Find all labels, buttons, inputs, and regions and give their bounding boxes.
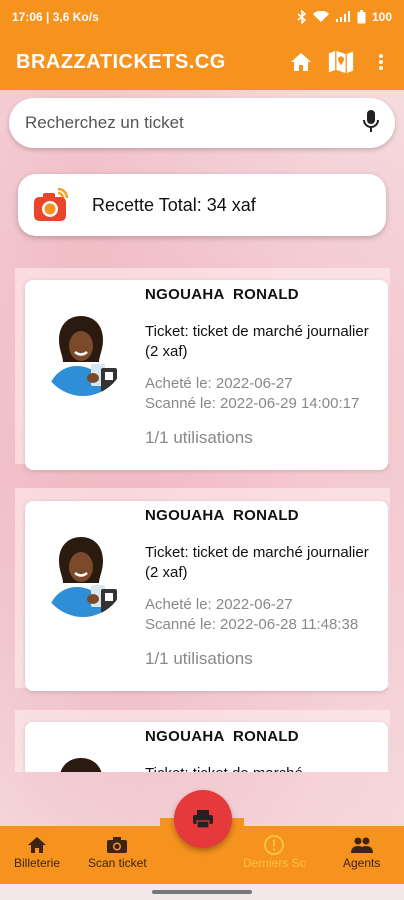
camera-icon <box>105 834 129 856</box>
customer-name: NGOUAHA RONALD <box>145 728 299 745</box>
avatar <box>41 533 125 617</box>
avatar <box>41 312 125 396</box>
people-icon <box>350 834 374 856</box>
nav-scan-ticket[interactable]: Scan ticket <box>88 834 147 870</box>
battery-icon <box>357 10 366 24</box>
gesture-handle[interactable] <box>152 890 252 894</box>
nav-label: Agents <box>343 856 381 870</box>
wifi-icon <box>312 11 329 22</box>
app-bar: BRAZZATICKETS.CG <box>0 34 404 90</box>
search-bar <box>9 98 395 148</box>
total-revenue-card: Recette Total: 34 xaf <box>18 174 386 236</box>
usage-count: 1/1 utilisations <box>145 428 253 447</box>
ticket-card[interactable]: NGOUAHA RONALD Ticket: ticket de marché … <box>25 501 388 691</box>
print-fab-button[interactable] <box>174 790 232 848</box>
customer-name: NGOUAHA RONALD <box>145 286 299 303</box>
scan-date: Scanné le: 2022-06-29 14:00:17 <box>145 395 360 412</box>
nav-label: Scan ticket <box>88 856 147 870</box>
ticket-card[interactable]: NGOUAHA RONALD Ticket: ticket de marché … <box>25 280 388 470</box>
total-revenue-label: Recette Total: 34 xaf <box>92 194 256 215</box>
home-icon[interactable] <box>288 49 314 75</box>
printer-icon <box>193 810 213 829</box>
purchase-date: Acheté le: 2022-06-27 <box>145 375 293 392</box>
camera-logo-icon <box>34 187 69 221</box>
info-icon <box>262 834 286 856</box>
status-bar: 17:06 | 3,6 Ko/s 100 <box>0 0 404 34</box>
home-icon <box>25 834 49 856</box>
nav-billeterie[interactable]: Billeterie <box>14 834 60 870</box>
usage-count: 1/1 utilisations <box>145 649 253 668</box>
nav-derniers-scans[interactable]: Derniers Sc <box>243 834 306 870</box>
nav-label: Billeterie <box>14 856 61 870</box>
battery-level: 100 <box>371 10 392 24</box>
ticket-description: Ticket: ticket de marché journalier (2 x… <box>145 544 369 581</box>
status-icons: 100 <box>297 10 392 24</box>
search-input[interactable] <box>25 113 363 133</box>
microphone-icon[interactable] <box>363 109 379 138</box>
avatar <box>41 754 125 772</box>
app-title: BRAZZATICKETS.CG <box>16 50 226 73</box>
more-menu-icon[interactable] <box>368 49 394 75</box>
scan-date: Scanné le: 2022-06-28 11:48:38 <box>145 616 359 633</box>
customer-name: NGOUAHA RONALD <box>145 507 299 524</box>
ticket-list[interactable]: NGOUAHA RONALD Ticket: ticket de marché … <box>0 262 404 772</box>
ticket-description: Ticket: ticket de marché journalier (2 x… <box>145 323 369 360</box>
nav-label: Derniers Sc <box>243 856 306 870</box>
map-icon[interactable] <box>328 49 354 75</box>
signal-icon <box>335 11 350 22</box>
ticket-description: Ticket: ticket de marché <box>145 764 375 772</box>
ticket-card[interactable]: NGOUAHA RONALD Ticket: ticket de marché <box>25 722 388 772</box>
bluetooth-icon <box>297 10 307 24</box>
system-nav-bar <box>0 884 404 900</box>
status-left: 17:06 | 3,6 Ko/s <box>12 10 99 24</box>
purchase-date: Acheté le: 2022-06-27 <box>145 596 293 613</box>
nav-agents[interactable]: Agents <box>343 834 380 870</box>
